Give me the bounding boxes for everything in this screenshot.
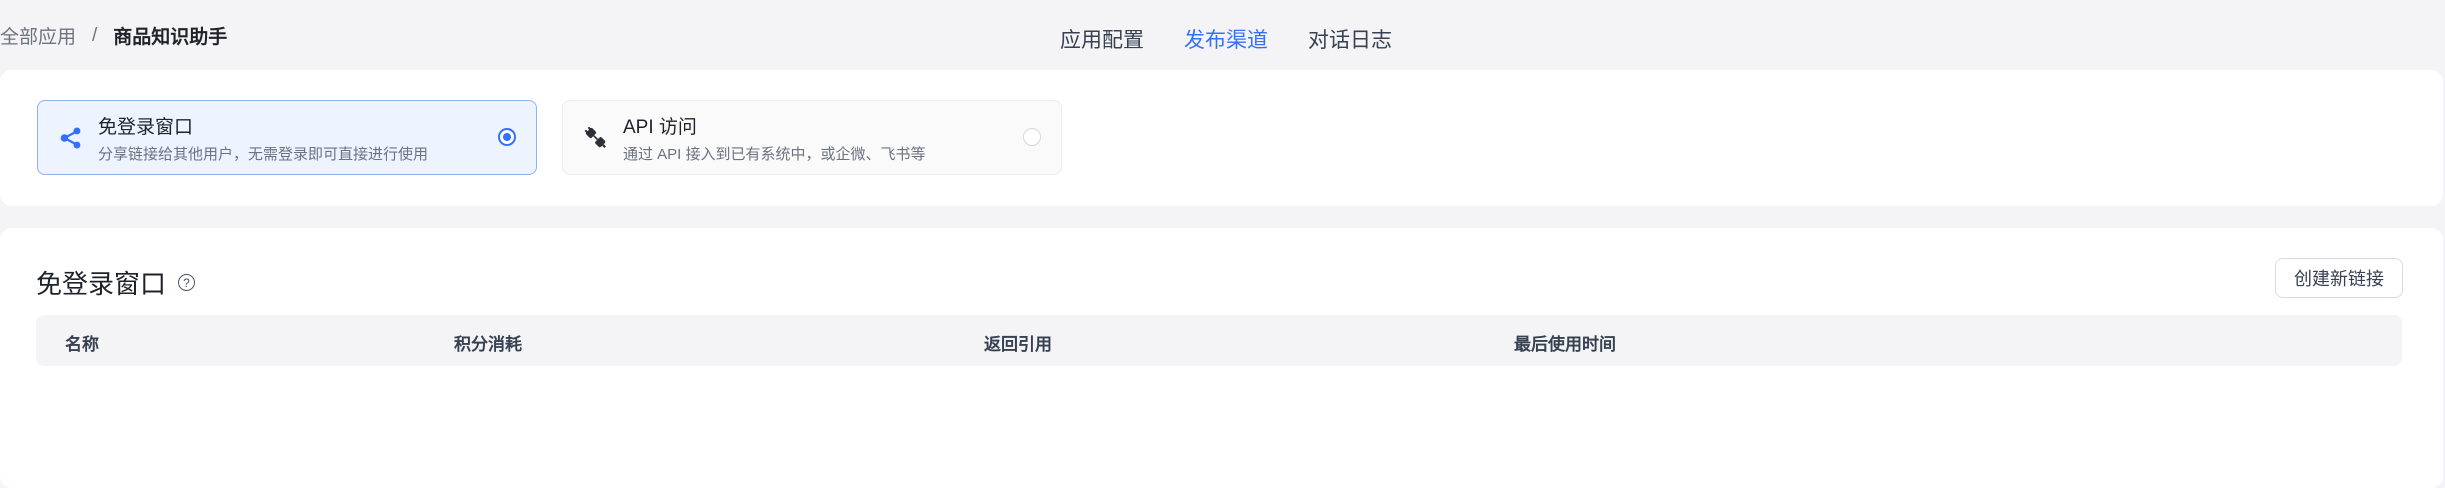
api-plug-icon [583, 125, 609, 151]
column-header-points-cost: 积分消耗 [454, 335, 522, 354]
channel-title: 免登录窗口 [98, 116, 194, 138]
table-header: 名称 积分消耗 返回引用 最后使用时间 [36, 315, 2402, 366]
channel-description: 分享链接给其他用户，无需登录即可直接进行使用 [98, 145, 429, 163]
tab-app-config[interactable]: 应用配置 [1060, 24, 1144, 54]
breadcrumb-current-app: 商品知识助手 [113, 27, 228, 48]
tab-bar: 应用配置 发布渠道 对话日志 [1060, 24, 1392, 54]
column-header-last-used: 最后使用时间 [1514, 335, 1616, 354]
share-icon [58, 125, 84, 151]
channel-option-api[interactable]: API 访问 通过 API 接入到已有系统中，或企微、飞书等 [562, 100, 1062, 175]
column-header-return-citations: 返回引用 [984, 335, 1052, 354]
top-bar: 全部应用 / 商品知识助手 应用配置 发布渠道 对话日志 [0, 0, 2445, 70]
channel-radio-selected[interactable] [498, 128, 516, 146]
section-title: 免登录窗口 ? [36, 264, 196, 301]
channel-option-no-login[interactable]: 免登录窗口 分享链接给其他用户，无需登录即可直接进行使用 [37, 100, 537, 175]
breadcrumb-all-apps[interactable]: 全部应用 [0, 22, 76, 49]
create-link-button[interactable]: 创建新链接 [2275, 258, 2403, 298]
no-login-links-card: 免登录窗口 ? 创建新链接 名称 积分消耗 返回引用 最后使用时间 [0, 228, 2443, 488]
channel-selector-card: 免登录窗口 分享链接给其他用户，无需登录即可直接进行使用 API 访问 通过 A… [0, 70, 2443, 206]
tab-chat-logs[interactable]: 对话日志 [1308, 24, 1392, 54]
channel-radio-unselected[interactable] [1023, 128, 1041, 146]
tab-publish-channels[interactable]: 发布渠道 [1184, 24, 1268, 54]
column-header-name: 名称 [65, 335, 99, 354]
breadcrumb: 全部应用 / 商品知识助手 [0, 22, 227, 49]
channel-title: API 访问 [623, 116, 697, 138]
question-circle-icon[interactable]: ? [178, 274, 196, 291]
section-title-text: 免登录窗口 [36, 269, 167, 299]
breadcrumb-separator: / [92, 24, 98, 46]
channel-description: 通过 API 接入到已有系统中，或企微、飞书等 [623, 145, 926, 163]
